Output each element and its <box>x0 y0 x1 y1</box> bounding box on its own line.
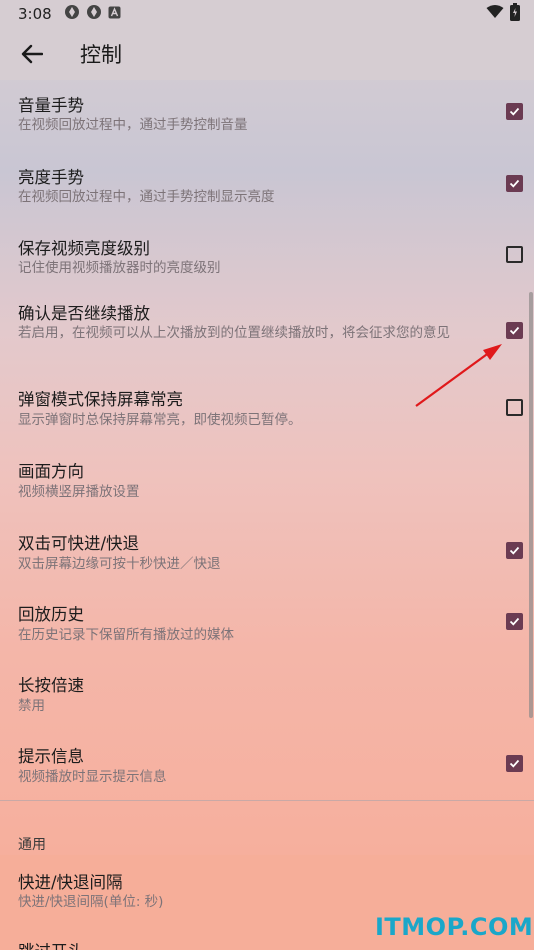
setting-screen-orientation[interactable]: 画面方向 视频横竖屏播放设置 <box>0 452 534 523</box>
keep-screen-on-checkbox[interactable] <box>506 399 523 416</box>
setting-subtitle: 视频横竖屏播放设置 <box>18 484 140 500</box>
setting-title: 长按倍速 <box>18 676 84 695</box>
setting-volume-gesture[interactable]: 音量手势 在视频回放过程中，通过手势控制音量 <box>0 80 534 152</box>
setting-title: 保存视频亮度级别 <box>18 239 150 258</box>
app-notification-icon <box>86 4 102 24</box>
setting-save-brightness-level[interactable]: 保存视频亮度级别 记住使用视频播放器时的亮度级别 <box>0 223 534 294</box>
setting-title: 确认是否继续播放 <box>18 304 150 323</box>
setting-title: 画面方向 <box>18 462 84 481</box>
setting-title: 亮度手势 <box>18 168 84 187</box>
setting-popup-keep-screen-on[interactable]: 弹窗模式保持屏幕常亮 显示弹窗时总保持屏幕常亮，即使视频已暂停。 <box>0 380 534 452</box>
setting-subtitle: 显示弹窗时总保持屏幕常亮，即使视频已暂停。 <box>18 412 302 428</box>
setting-double-tap-seek[interactable]: 双击可快进/快退 双击屏幕边缘可按十秒快进／快退 <box>0 523 534 594</box>
section-divider <box>0 800 534 801</box>
confirm-resume-checkbox[interactable] <box>506 322 523 339</box>
setting-title: 提示信息 <box>18 747 84 766</box>
watermark: ITMOP.COM <box>375 913 534 941</box>
setting-long-press-speed[interactable]: 长按倍速 禁用 <box>0 665 534 736</box>
setting-title: 双击可快进/快退 <box>18 534 140 553</box>
setting-show-hints[interactable]: 提示信息 视频播放时显示提示信息 <box>0 736 534 807</box>
setting-title: 弹窗模式保持屏幕常亮 <box>18 390 183 409</box>
back-arrow-icon[interactable] <box>18 40 46 68</box>
status-time: 3:08 <box>18 5 52 23</box>
scrollbar[interactable] <box>529 292 533 718</box>
app-bar: 控制 <box>0 28 534 80</box>
app-notification-icon <box>64 4 80 24</box>
save-brightness-checkbox[interactable] <box>506 246 523 263</box>
show-hints-checkbox[interactable] <box>506 755 523 772</box>
setting-subtitle: 记住使用视频播放器时的亮度级别 <box>18 260 221 276</box>
volume-gesture-checkbox[interactable] <box>506 103 523 120</box>
setting-title: 回放历史 <box>18 605 84 624</box>
section-header-general: 通用 <box>18 837 46 853</box>
setting-subtitle: 若启用，在视频可以从上次播放到的位置继续播放时，将会征求您的意见 <box>18 325 450 341</box>
status-bar: 3:08 <box>0 0 534 28</box>
setting-subtitle: 视频播放时显示提示信息 <box>18 769 167 785</box>
setting-subtitle: 禁用 <box>18 698 45 714</box>
brightness-gesture-checkbox[interactable] <box>506 175 523 192</box>
setting-subtitle: 快进/快退间隔(单位: 秒) <box>18 894 164 910</box>
setting-title: 快进/快退间隔 <box>18 873 123 892</box>
setting-confirm-resume-playback[interactable]: 确认是否继续播放 若启用，在视频可以从上次播放到的位置继续播放时，将会征求您的意… <box>0 294 534 380</box>
wifi-icon <box>486 5 504 23</box>
battery-icon <box>510 3 520 25</box>
setting-subtitle: 在历史记录下保留所有播放过的媒体 <box>18 627 234 643</box>
setting-subtitle: 双击屏幕边缘可按十秒快进／快退 <box>18 556 221 572</box>
setting-brightness-gesture[interactable]: 亮度手势 在视频回放过程中，通过手势控制显示亮度 <box>0 152 534 223</box>
playback-history-checkbox[interactable] <box>506 613 523 630</box>
setting-playback-history[interactable]: 回放历史 在历史记录下保留所有播放过的媒体 <box>0 594 534 665</box>
setting-title: 跳过开头 <box>18 938 84 950</box>
page-title: 控制 <box>80 43 122 67</box>
setting-subtitle: 在视频回放过程中，通过手势控制音量 <box>18 117 248 133</box>
double-tap-seek-checkbox[interactable] <box>506 542 523 559</box>
keyboard-a-icon <box>108 5 121 23</box>
setting-title: 音量手势 <box>18 96 84 115</box>
setting-subtitle: 在视频回放过程中，通过手势控制显示亮度 <box>18 189 275 205</box>
